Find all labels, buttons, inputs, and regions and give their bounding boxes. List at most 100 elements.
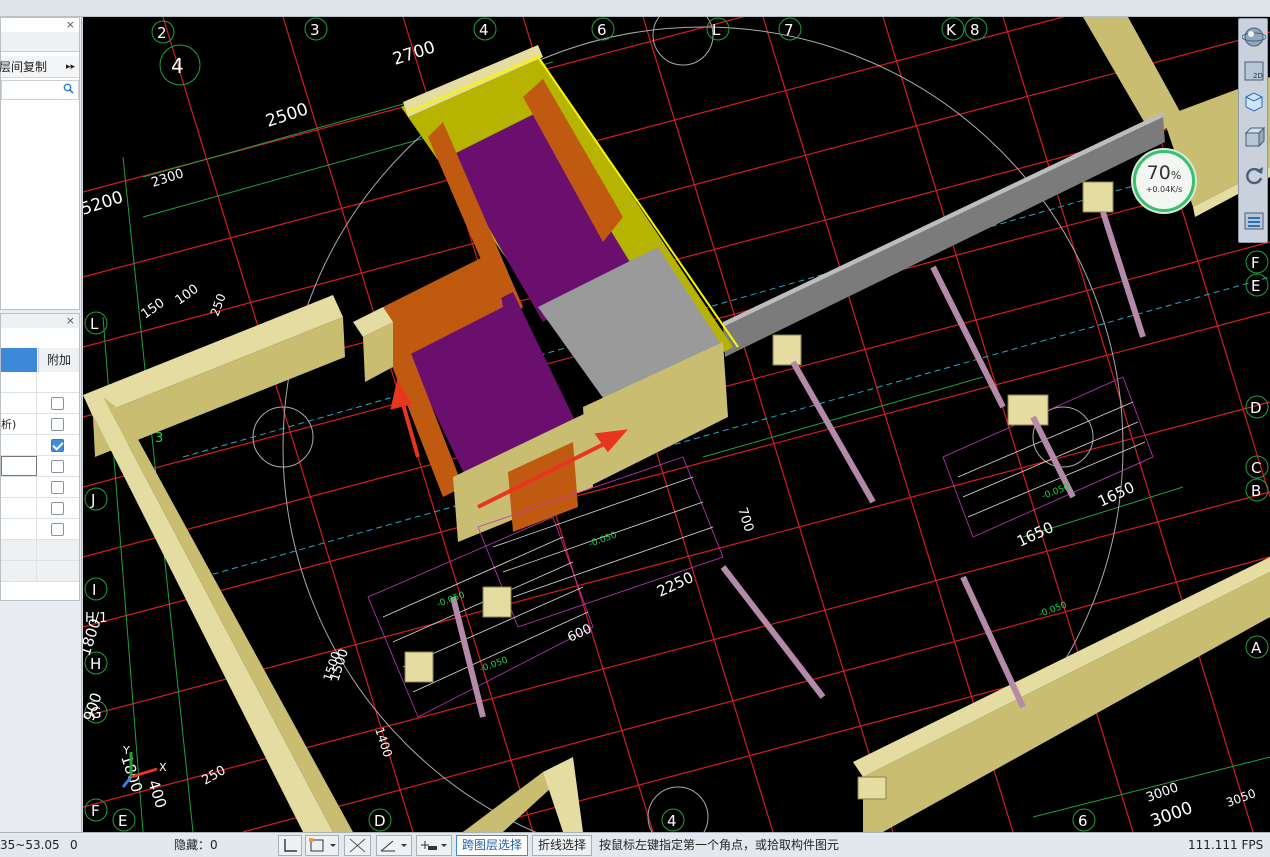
fps-readout: 111.111 FPS <box>1188 838 1264 852</box>
3d-cube-icon[interactable] <box>1242 89 1266 113</box>
search-icon[interactable] <box>63 83 74 94</box>
copy-between-floors-button[interactable]: 层间复制 <box>0 56 47 78</box>
svg-text:700: 700 <box>734 506 756 534</box>
svg-text:100: 100 <box>173 282 202 309</box>
svg-text:X: X <box>159 761 167 774</box>
svg-text:1800: 1800 <box>83 616 105 658</box>
row-checkbox[interactable] <box>51 481 64 494</box>
svg-text:3: 3 <box>310 21 320 39</box>
panel-header <box>1 32 79 52</box>
svg-text:2300: 2300 <box>150 166 186 190</box>
table-row[interactable] <box>1 519 79 540</box>
grid-label-7: 7 <box>778 17 802 41</box>
grid-label-E2: E <box>1245 273 1269 297</box>
left-dock: × 层间复制 ▸▸ × 附加 析) <box>0 17 82 832</box>
ortho-icon[interactable] <box>278 835 302 856</box>
view-toolbar: 2D <box>1238 18 1268 243</box>
svg-text:-0.050: -0.050 <box>588 530 619 549</box>
offset-input-icon[interactable] <box>416 835 452 856</box>
sphere-view-icon[interactable] <box>1242 25 1266 49</box>
svg-text:2: 2 <box>157 24 167 42</box>
table-row[interactable] <box>1 372 79 393</box>
table-row[interactable] <box>1 561 79 582</box>
zero-readout: 0 <box>70 838 78 852</box>
grid-label-E: E <box>112 808 136 832</box>
svg-text:3: 3 <box>155 431 163 446</box>
svg-text:L: L <box>90 315 99 333</box>
polyline-select-button[interactable]: 折线选择 <box>532 835 592 856</box>
row-label <box>1 561 37 582</box>
grid-label-I: I <box>84 577 108 601</box>
rotate-icon[interactable] <box>1242 163 1266 187</box>
svg-text:7: 7 <box>784 21 794 39</box>
svg-text:5200: 5200 <box>83 187 126 219</box>
svg-text:I: I <box>92 581 96 599</box>
search-input[interactable] <box>1 80 79 100</box>
grid-label-4b: 4 <box>159 44 201 86</box>
row-checkbox-checked[interactable] <box>51 439 64 452</box>
cad-drawing[interactable]: 2 3 4 6 L 7 K 8 4 L J I H/1 H G F E D 4 … <box>83 17 1270 832</box>
table-row[interactable]: 析) <box>1 414 79 435</box>
panel-close-button[interactable]: × <box>66 314 75 327</box>
svg-text:F: F <box>1251 254 1260 272</box>
row-checkbox[interactable] <box>51 397 64 410</box>
grid-label-A: A <box>1245 635 1269 659</box>
svg-text:6: 6 <box>597 21 607 39</box>
row-label <box>1 372 37 393</box>
svg-text:1400: 1400 <box>372 726 395 759</box>
svg-text:J: J <box>90 491 95 509</box>
row-checkbox[interactable] <box>51 523 64 536</box>
panel-close-button[interactable]: × <box>66 18 75 31</box>
svg-text:E: E <box>1251 277 1260 295</box>
svg-text:4: 4 <box>667 812 677 830</box>
table-row[interactable] <box>1 456 79 477</box>
grid-label-6: 6 <box>591 17 615 41</box>
hidden-count: 隐藏：0 <box>174 838 218 852</box>
network-speed-badge[interactable]: 70% +0.04K/s <box>1133 150 1195 212</box>
svg-text:-0.050: -0.050 <box>436 590 467 609</box>
grid-label-3: 3 <box>304 17 328 41</box>
table-row[interactable] <box>1 435 79 456</box>
svg-text:6: 6 <box>1078 812 1088 830</box>
table-row[interactable] <box>1 498 79 519</box>
svg-text:8: 8 <box>970 21 980 39</box>
2d-view-icon[interactable]: 2D <box>1242 59 1266 83</box>
svg-text:A: A <box>1251 639 1262 657</box>
svg-text:B: B <box>1251 482 1261 500</box>
more-arrow-icon[interactable]: ▸▸ <box>66 56 75 78</box>
svg-text:3000: 3000 <box>1144 780 1180 805</box>
coordinate-readout: 35~53.05 <box>0 838 60 852</box>
svg-text:K: K <box>946 21 957 39</box>
panel-toolbar: 层间复制 ▸▸ <box>0 56 79 78</box>
grid-label-2: 2 <box>151 20 175 44</box>
app-window: × 层间复制 ▸▸ × 附加 析) 2 3 4 6 L 7 K 8 4 L J … <box>0 0 1270 857</box>
3d-viewport[interactable]: 2 3 4 6 L 7 K 8 4 L J I H/1 H G F E D 4 … <box>83 17 1270 832</box>
table-row[interactable] <box>1 540 79 561</box>
layers-icon[interactable] <box>1242 209 1266 233</box>
angle-snap-icon[interactable] <box>376 835 412 856</box>
row-edit-field[interactable] <box>1 456 37 476</box>
table-row[interactable] <box>1 477 79 498</box>
svg-text:900: 900 <box>83 690 106 723</box>
grid-label-D2: D <box>1245 395 1269 419</box>
box-view-icon[interactable] <box>1242 125 1266 149</box>
cross-icon[interactable] <box>344 835 371 856</box>
property-panel: × 附加 析) <box>0 313 80 601</box>
svg-text:2D: 2D <box>1253 72 1263 80</box>
svg-text:2700: 2700 <box>390 37 437 69</box>
svg-text:D: D <box>1250 399 1262 417</box>
orbit-handle-bottom <box>647 786 709 832</box>
row-checkbox[interactable] <box>51 460 64 473</box>
row-checkbox[interactable] <box>51 418 64 431</box>
row-checkbox[interactable] <box>51 502 64 515</box>
cross-layer-select-button[interactable]: 跨图层选择 <box>456 835 528 856</box>
row-label <box>1 540 37 561</box>
top-strip <box>0 0 1270 17</box>
row-label: 析) <box>1 414 37 435</box>
snap-box-icon[interactable] <box>305 835 339 856</box>
svg-text:250: 250 <box>208 292 229 318</box>
row-label <box>1 393 37 414</box>
status-bar: 35~53.05 0 隐藏：0 跨图层选择 折线选择 按鼠标左键指定第一个角点，… <box>0 832 1270 857</box>
svg-text:2500: 2500 <box>263 99 310 131</box>
table-row[interactable] <box>1 393 79 414</box>
